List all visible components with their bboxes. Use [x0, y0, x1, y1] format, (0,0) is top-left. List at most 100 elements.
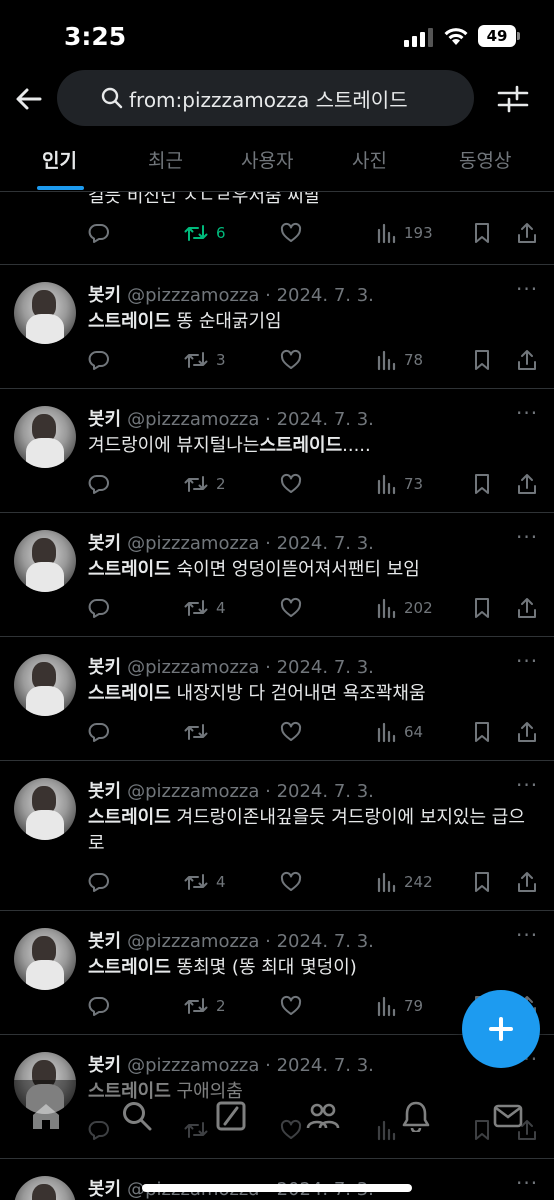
- avatar[interactable]: [14, 1176, 76, 1200]
- search-input[interactable]: from:pizzzamozza 스트레이드: [57, 70, 474, 126]
- author-name[interactable]: 봇키: [88, 285, 121, 306]
- avatar[interactable]: [14, 778, 76, 840]
- reply-button[interactable]: [88, 349, 110, 371]
- battery-indicator: 49: [478, 25, 516, 47]
- avatar[interactable]: [14, 406, 76, 468]
- share-button[interactable]: [516, 349, 538, 371]
- share-button[interactable]: [516, 473, 538, 495]
- more-options-icon[interactable]: ···: [516, 773, 538, 797]
- retweet-button[interactable]: 4: [184, 871, 226, 893]
- reply-button[interactable]: [88, 721, 110, 743]
- tweet-actions: 2 73: [88, 473, 538, 499]
- grok-icon[interactable]: [215, 1100, 247, 1132]
- messages-mail-icon[interactable]: [492, 1100, 524, 1132]
- bookmark-icon: [472, 721, 492, 743]
- retweet-button[interactable]: 2: [184, 473, 226, 495]
- tab-latest[interactable]: 최근: [148, 146, 183, 173]
- share-button[interactable]: [516, 721, 538, 743]
- communities-icon[interactable]: [306, 1100, 340, 1132]
- tweet[interactable]: 봇키@pizzzamozza · 2024. 7. 3.···: [0, 1159, 554, 1200]
- more-options-icon[interactable]: ···: [516, 1171, 538, 1195]
- more-options-icon[interactable]: ···: [516, 401, 538, 425]
- retweet-button[interactable]: 3: [184, 349, 226, 371]
- retweet-button[interactable]: 6: [184, 222, 226, 244]
- tweet-header: 봇키 @pizzzamozza · 2024. 7. 3.: [88, 281, 374, 307]
- bookmark-button[interactable]: [472, 222, 492, 244]
- notifications-bell-icon[interactable]: [400, 1100, 432, 1132]
- author-handle-date: @pizzzamozza · 2024. 7. 3.: [127, 285, 374, 306]
- tab-people[interactable]: 사용자: [241, 146, 293, 173]
- like-button[interactable]: [280, 597, 302, 619]
- reply-button[interactable]: [88, 222, 110, 244]
- reply-button[interactable]: [88, 995, 110, 1017]
- like-button[interactable]: [280, 222, 302, 244]
- search-icon[interactable]: [121, 1100, 153, 1132]
- views-button[interactable]: 193: [376, 222, 433, 244]
- arrow-left-icon[interactable]: [14, 84, 44, 114]
- share-button[interactable]: [516, 597, 538, 619]
- like-button[interactable]: [280, 871, 302, 893]
- author-name[interactable]: 봇키: [88, 931, 121, 952]
- author-name[interactable]: 봇키: [88, 1055, 121, 1076]
- retweet-button[interactable]: [184, 721, 216, 743]
- tweet-actions: 6 193: [88, 222, 538, 248]
- share-button[interactable]: [516, 871, 538, 893]
- tweet-actions: 64: [88, 721, 538, 747]
- avatar[interactable]: [14, 654, 76, 716]
- avatar[interactable]: [14, 530, 76, 592]
- tweet[interactable]: 봇키 @pizzzamozza · 2024. 7. 3. ··· 스트레이드 숙이면…: [0, 513, 554, 637]
- avatar-body: [26, 686, 64, 716]
- bookmark-button[interactable]: [472, 473, 492, 495]
- tweet[interactable]: 봇키 @pizzzamozza · 2024. 7. 3. ··· 스트레이드 내장지…: [0, 637, 554, 761]
- compose-tweet-button[interactable]: [462, 990, 540, 1068]
- tab-videos[interactable]: 동영상: [459, 146, 511, 173]
- share-button[interactable]: [516, 222, 538, 244]
- retweet-button[interactable]: 4: [184, 597, 226, 619]
- views-button[interactable]: 73: [376, 473, 423, 495]
- author-name[interactable]: 봇키: [88, 781, 121, 802]
- retweet-icon: [184, 225, 208, 241]
- tweet[interactable]: 봇키 @pizzzamozza · 2024. 7. 3. ··· 스트레이드 겨드랑…: [0, 761, 554, 911]
- like-button[interactable]: [280, 995, 302, 1017]
- tweet-partial[interactable]: 길듯 비신넌 ㅈㄷㄹ우서숨 씨말 6 193: [0, 192, 554, 265]
- retweet-button[interactable]: 2: [184, 995, 226, 1017]
- author-name[interactable]: 봇키: [88, 533, 121, 554]
- bookmark-button[interactable]: [472, 721, 492, 743]
- tab-popular[interactable]: 인기: [42, 146, 77, 173]
- tweet[interactable]: 봇키 @pizzzamozza · 2024. 7. 3. ··· 스트레이드 똥 순…: [0, 265, 554, 389]
- bookmark-button[interactable]: [472, 597, 492, 619]
- avatar-body: [26, 810, 64, 840]
- more-options-icon[interactable]: ···: [516, 525, 538, 549]
- like-button[interactable]: [280, 473, 302, 495]
- reply-button[interactable]: [88, 473, 110, 495]
- like-button[interactable]: [280, 721, 302, 743]
- like-button[interactable]: [280, 349, 302, 371]
- tweet-text-before: 겨드랑이에 뷰지털나는: [88, 435, 260, 456]
- author-handle-date: @pizzzamozza · 2024. 7. 3.: [127, 931, 374, 952]
- views-button[interactable]: 64: [376, 721, 423, 743]
- share-icon: [518, 223, 536, 243]
- tab-photos[interactable]: 사진: [352, 146, 387, 173]
- avatar[interactable]: [14, 928, 76, 990]
- views-button[interactable]: 79: [376, 995, 423, 1017]
- views-button[interactable]: 242: [376, 871, 433, 893]
- share-icon: [516, 349, 538, 371]
- author-name[interactable]: 봇키: [88, 409, 121, 430]
- home-icon[interactable]: [30, 1100, 62, 1132]
- more-options-icon[interactable]: ···: [516, 923, 538, 947]
- bookmark-icon: [472, 871, 492, 893]
- reply-button[interactable]: [88, 871, 110, 893]
- more-options-icon[interactable]: ···: [516, 649, 538, 673]
- more-options-icon[interactable]: ···: [516, 277, 538, 301]
- views-button[interactable]: 78: [376, 349, 423, 371]
- reply-button[interactable]: [88, 597, 110, 619]
- author-name[interactable]: 봇키: [88, 657, 121, 678]
- status-time: 3:25: [64, 22, 127, 51]
- bookmark-button[interactable]: [472, 349, 492, 371]
- author-name[interactable]: 봇키: [88, 1179, 121, 1200]
- tweet[interactable]: 봇키 @pizzzamozza · 2024. 7. 3. ··· 겨드랑이에 뷰지털…: [0, 389, 554, 513]
- filter-sliders-icon[interactable]: [497, 84, 529, 114]
- avatar[interactable]: [14, 282, 76, 344]
- views-button[interactable]: 202: [376, 597, 433, 619]
- bookmark-button[interactable]: [472, 871, 492, 893]
